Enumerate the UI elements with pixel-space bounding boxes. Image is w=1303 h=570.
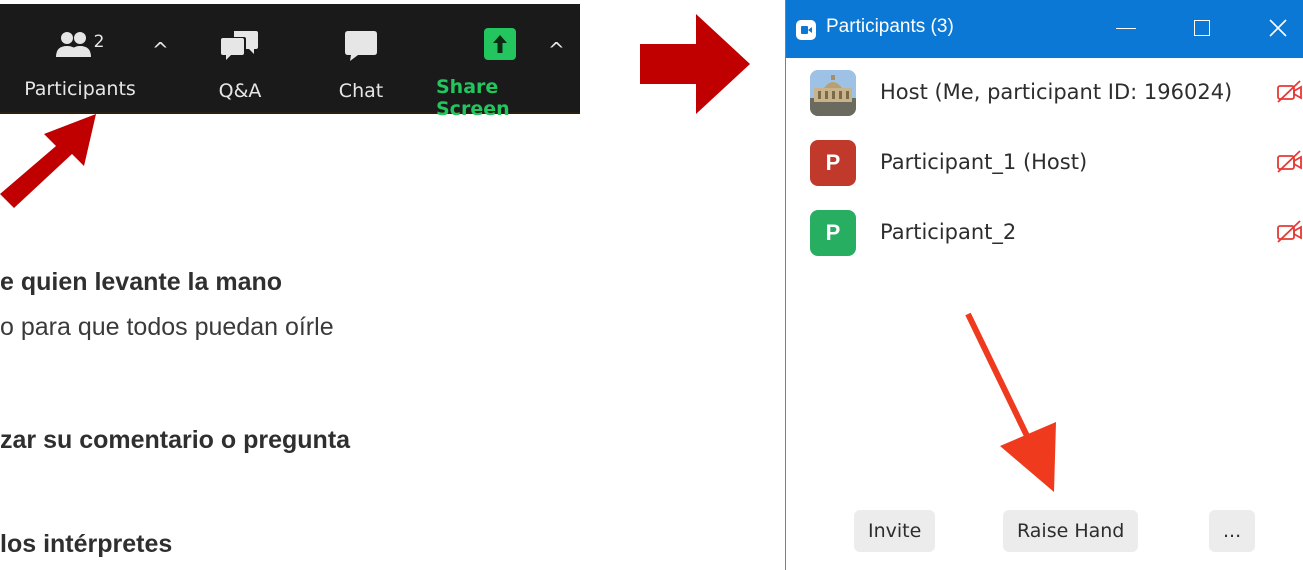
share-options-caret[interactable]: ^ [548,38,565,62]
close-icon [1269,19,1287,37]
participants-count: 2 [93,32,105,52]
invite-button[interactable]: Invite [854,510,936,552]
arrow-to-raise-hand-icon [965,312,1056,492]
maximize-icon [1194,20,1210,36]
participant-row[interactable]: Host (Me, participant ID: 196024) [786,62,1303,122]
avatar: P [810,210,856,256]
window-titlebar[interactable]: Participants (3) [786,0,1303,58]
maximize-button[interactable] [1180,8,1224,48]
chat-button[interactable]: Chat [326,4,396,112]
avatar: P [810,140,856,186]
participants-label: Participants [24,78,136,100]
participants-options-caret[interactable]: ^ [152,38,169,62]
avatar-initial: P [825,220,841,245]
avatar-initial: P [825,150,841,175]
video-off-icon [1277,150,1302,173]
slide-line-4: los intérpretes [0,530,173,558]
avatar [810,70,856,116]
building-photo-icon [810,70,856,116]
arrow-to-participants-icon [0,114,96,208]
chat-label: Chat [338,80,384,102]
participants-icon [55,32,91,57]
video-off-icon [1277,80,1302,103]
participants-window: Participants (3) Host (Me, participant I… [785,0,1303,570]
slide-line-3: zar su comentario o pregunta [0,426,351,454]
minimize-icon [1116,27,1136,29]
share-screen-button[interactable]: Share Screen [436,4,564,120]
raise-hand-button[interactable]: Raise Hand [1003,510,1139,552]
chat-icon [345,31,377,61]
share-screen-icon [484,28,516,60]
participants-button[interactable]: 2 Participants [24,4,136,112]
more-options-button[interactable]: ... [1209,510,1256,552]
minimize-button[interactable] [1104,8,1148,48]
zoom-logo-icon [796,20,816,40]
participant-name: Host (Me, participant ID: 196024) [880,80,1233,104]
qa-button[interactable]: Q&A [205,4,275,112]
qa-icon [221,31,258,60]
window-title: Participants (3) [826,16,954,37]
participant-name: Participant_2 [880,220,1017,244]
slide-line-2: o para que todos puedan oírle [0,313,334,341]
video-off-icon [1277,220,1302,243]
participant-name: Participant_1 (Host) [880,150,1088,174]
arrow-to-window-icon [640,14,750,114]
share-screen-label: Share Screen [436,76,510,120]
meeting-toolbar: 2 Participants ^ Q&A Chat Share Screen ^ [0,4,580,120]
qa-label: Q&A [218,80,262,102]
slide-line-1: e quien levante la mano [0,268,283,296]
participant-row[interactable]: P Participant_1 (Host) [786,132,1303,192]
close-button[interactable] [1256,8,1300,48]
participant-row[interactable]: P Participant_2 [786,202,1303,262]
